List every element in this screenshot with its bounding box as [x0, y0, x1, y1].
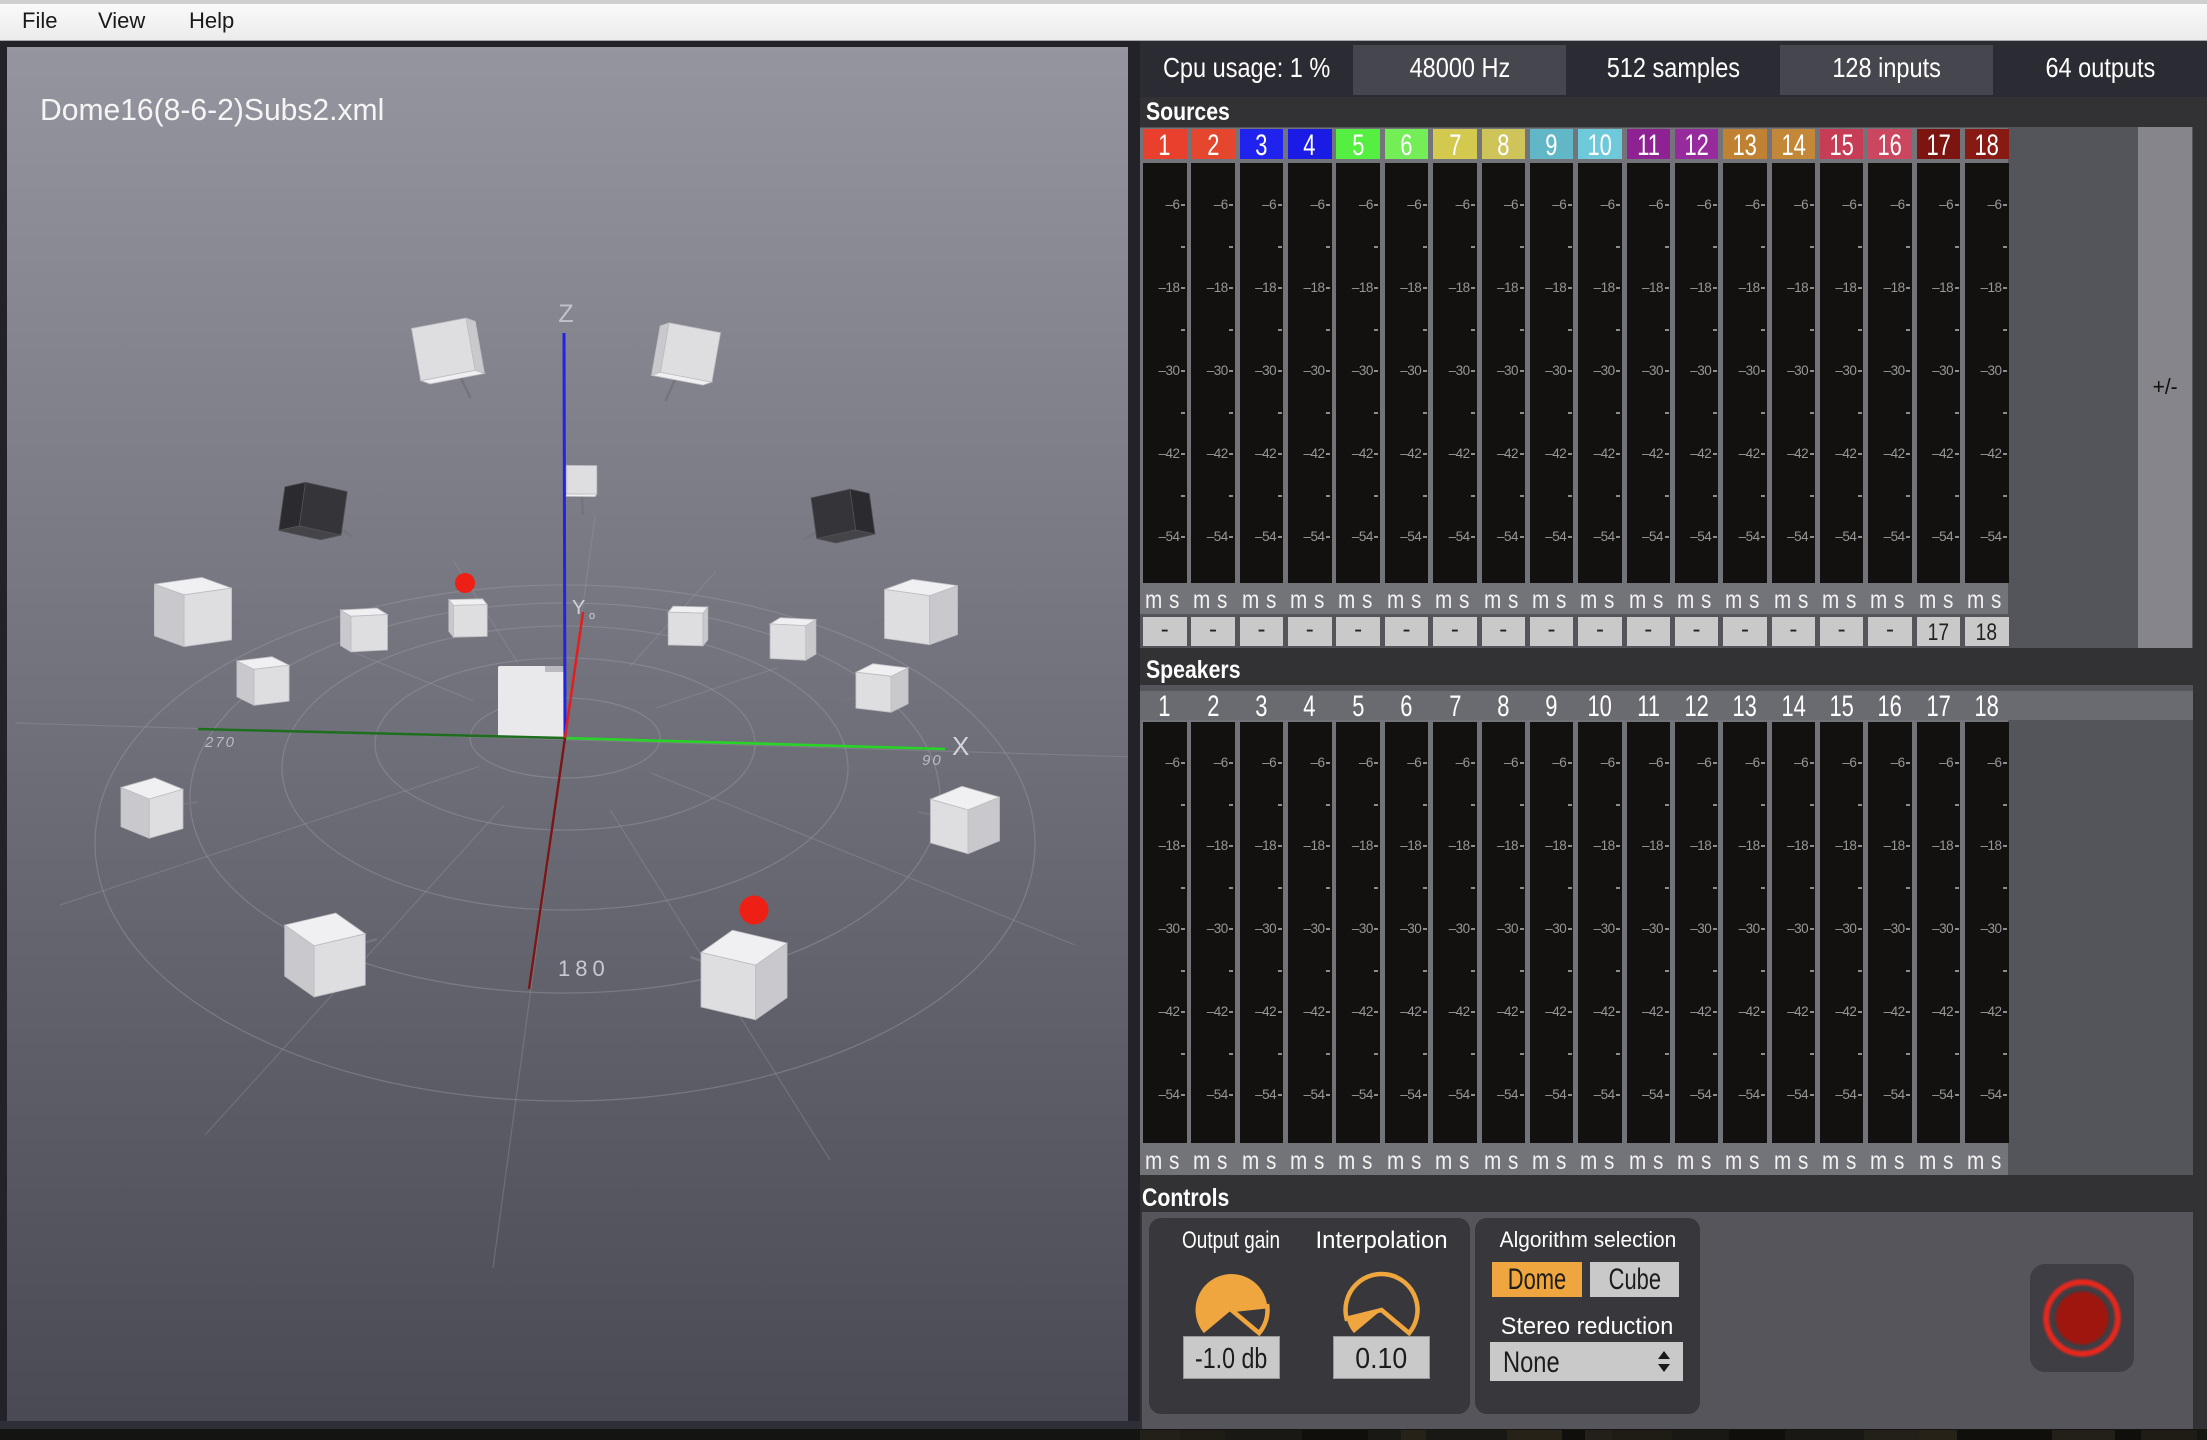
svg-text:Z: Z [558, 300, 573, 328]
svg-text:o: o [589, 610, 595, 622]
svg-text:X: X [952, 731, 969, 761]
svg-text:270: 270 [204, 734, 236, 751]
svg-text:Y: Y [572, 597, 585, 619]
svg-text:90: 90 [922, 752, 943, 769]
svg-text:180: 180 [558, 956, 610, 981]
